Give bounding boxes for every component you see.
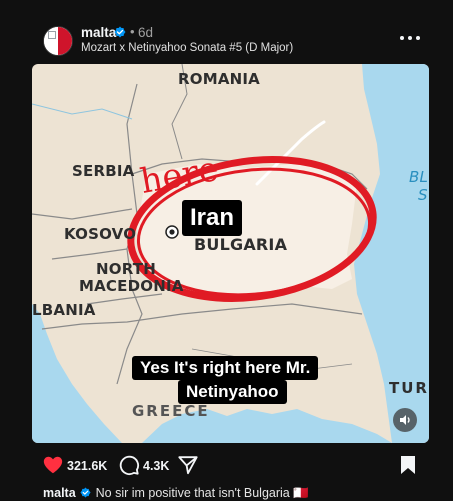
- overlay-iran-label: Iran: [182, 200, 243, 236]
- action-bar: 321.6K 4.3K: [0, 450, 453, 480]
- map-label-serbia: SERBIA: [72, 162, 135, 180]
- map-label-romania: ROMANIA: [178, 70, 260, 88]
- video-subtitle: Yes It's right here Mr.: [132, 356, 319, 380]
- comment-count[interactable]: 4.3K: [143, 459, 169, 473]
- map-label-kosovo: KOSOVO: [64, 225, 137, 243]
- more-dot-icon: [400, 36, 404, 40]
- caption-text: No sir im positive that isn't Bulgaria 🇲…: [95, 486, 309, 500]
- more-options-button[interactable]: [400, 30, 420, 46]
- map-label-black-sea-2: S: [418, 186, 428, 204]
- speaker-icon: [400, 415, 410, 425]
- bookmark-icon[interactable]: [399, 454, 417, 476]
- more-dot-icon: [416, 36, 420, 40]
- subtitle-line-1: Yes It's right here Mr.: [140, 358, 311, 377]
- subtitle-line-2: Netinyahoo: [178, 380, 287, 404]
- username[interactable]: malta: [81, 25, 116, 40]
- share-icon[interactable]: [177, 454, 199, 476]
- map-label-north: NORTH: [96, 260, 156, 278]
- heart-icon[interactable]: [42, 454, 64, 476]
- like-count[interactable]: 321.6K: [67, 459, 107, 473]
- mute-toggle-button[interactable]: [393, 408, 417, 432]
- avatar[interactable]: [43, 26, 73, 56]
- map-label-turkey: TUR: [389, 379, 429, 397]
- post-media[interactable]: here ROMANIA SERBIA KOSOVO NORTH MACEDON…: [32, 64, 429, 443]
- map-label-albania: LBANIA: [32, 301, 96, 319]
- comment-icon[interactable]: [118, 454, 140, 476]
- verified-badge-icon: [80, 487, 91, 498]
- more-dot-icon: [408, 36, 412, 40]
- map-label-greece: GREECE: [132, 402, 210, 420]
- post-time: 6d: [138, 25, 154, 40]
- caption-username[interactable]: malta: [43, 486, 76, 500]
- post-header: malta • 6d Mozart x Netinyahoo Sonata #5…: [0, 0, 453, 62]
- george-cross-icon: [48, 31, 56, 39]
- map-label-macedonia: MACEDONIA: [79, 277, 184, 295]
- verified-badge-icon: [114, 26, 126, 38]
- separator-dot: •: [130, 24, 135, 39]
- map-label-bulgaria: BULGARIA: [194, 235, 288, 254]
- post-caption: malta No sir im positive that isn't Bulg…: [43, 486, 309, 501]
- audio-title[interactable]: Mozart x Netinyahoo Sonata #5 (D Major): [81, 42, 293, 54]
- map-label-black-sea: BL: [409, 168, 429, 186]
